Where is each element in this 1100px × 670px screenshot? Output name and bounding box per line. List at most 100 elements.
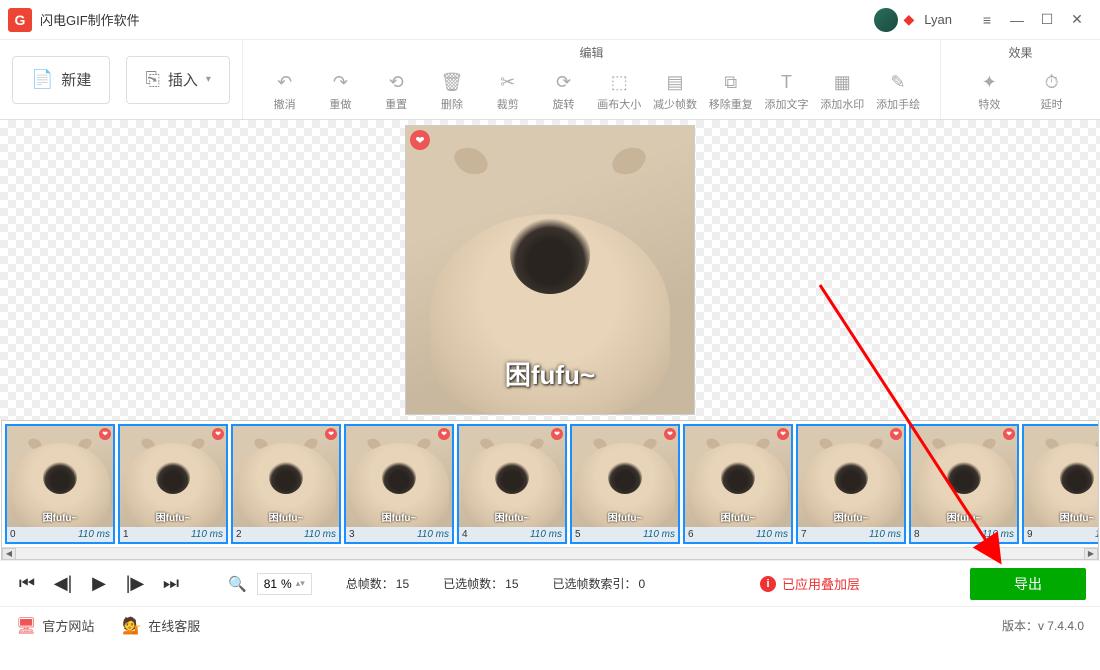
player-bar: ⏮ ◀| ▶ |▶ ⏭ 🔍 81 % ▴▾ 总帧数：15 已选帧数：15 已选帧…	[0, 560, 1100, 606]
tool-撤消[interactable]: ↶撤消	[263, 72, 307, 112]
next-frame-button[interactable]: |▶	[122, 573, 148, 594]
footer: 🖥 官方网站 💁 在线客服 版本：v 7.4.4.0	[0, 606, 1100, 644]
preview-caption: 困fufu~	[406, 355, 694, 392]
last-frame-button[interactable]: ⏭	[158, 573, 184, 594]
frame-thumbnail[interactable]: ❤困fufu~7110 ms	[796, 424, 906, 544]
frame-thumbnail[interactable]: ❤困fufu~9110 ms	[1022, 424, 1098, 544]
tool-重做[interactable]: ↷ 重做	[318, 72, 362, 112]
tool-icon: ✂	[500, 72, 515, 93]
tool-删除[interactable]: 🗑删除	[430, 72, 474, 112]
frame-strip[interactable]: ❤困fufu~0110 ms❤困fufu~1110 ms❤困fufu~2110 …	[2, 421, 1098, 547]
minimize-button[interactable]: —	[1002, 5, 1032, 35]
tool-icon: T	[781, 72, 792, 93]
warning-icon: i	[760, 576, 776, 592]
tool-icon: ⏱	[1045, 72, 1059, 93]
frame-caption: 困fufu~	[572, 509, 678, 524]
tool-label: 裁剪	[497, 96, 519, 112]
tool-label: 减少帧数	[653, 96, 697, 112]
selected-index-stat: 已选帧数索引：0	[553, 575, 646, 592]
frame-thumbnail[interactable]: ❤困fufu~0110 ms	[5, 424, 115, 544]
scroll-right-button[interactable]: ▶	[1084, 548, 1098, 560]
new-file-icon: 📄	[31, 69, 53, 90]
tool-icon: ⟲	[389, 72, 404, 93]
canvas-area[interactable]: ❤ 困fufu~	[0, 120, 1100, 420]
first-frame-button[interactable]: ⏮	[14, 573, 40, 594]
support-link[interactable]: 💁 在线客服	[122, 616, 200, 636]
titlebar: G 闪电GIF制作软件 ◆ Lyan ≡ — ☐ ✕	[0, 0, 1100, 40]
vip-diamond-icon[interactable]: ◆	[904, 11, 915, 28]
zoom-input[interactable]: 81 % ▴▾	[257, 573, 312, 595]
tool-添加手绘[interactable]: ✎添加手绘	[876, 72, 920, 112]
new-button[interactable]: 📄 新建	[12, 56, 110, 104]
tool-label: 撤消	[274, 96, 296, 112]
frame-thumbnail[interactable]: ❤困fufu~1110 ms	[118, 424, 228, 544]
username-label[interactable]: Lyan	[924, 12, 952, 27]
tool-减少帧数[interactable]: ▤ 减少帧数	[653, 72, 697, 112]
frame-caption: 困fufu~	[798, 509, 904, 524]
play-button[interactable]: ▶	[86, 573, 112, 594]
frame-thumbnail[interactable]: ❤困fufu~2110 ms	[231, 424, 341, 544]
prev-frame-button[interactable]: ◀|	[50, 573, 76, 594]
frame-thumbnail[interactable]: ❤困fufu~3110 ms	[344, 424, 454, 544]
frame-duration: 110 ms	[643, 529, 675, 540]
frame-caption: 困fufu~	[911, 509, 1017, 524]
frame-thumbnail[interactable]: ❤困fufu~5110 ms	[570, 424, 680, 544]
frame-duration: 110 ms	[982, 529, 1014, 540]
frame-duration: 110 ms	[1095, 529, 1098, 540]
frame-index: 4	[462, 529, 468, 540]
timeline: ❤困fufu~0110 ms❤困fufu~1110 ms❤困fufu~2110 …	[1, 420, 1099, 560]
frame-caption: 困fufu~	[120, 509, 226, 524]
insert-button[interactable]: ⎘ 插入 ▾	[126, 56, 229, 104]
toolbar-effect-section: 效果 ✦特效⏱延时	[940, 40, 1100, 119]
tool-旋转[interactable]: ⟳旋转	[541, 72, 585, 112]
export-button[interactable]: 导出	[970, 568, 1086, 600]
tool-添加水印[interactable]: ▦添加水印	[820, 72, 864, 112]
frame-thumbnail[interactable]: ❤困fufu~4110 ms	[457, 424, 567, 544]
version-label: 版本：v 7.4.4.0	[1002, 617, 1084, 634]
frame-caption: 困fufu~	[459, 509, 565, 524]
tool-label: 重做	[329, 96, 351, 112]
timeline-scrollbar[interactable]: ◀ ▶	[2, 547, 1098, 559]
avatar[interactable]	[874, 8, 898, 32]
frame-duration: 110 ms	[417, 529, 449, 540]
tool-icon: ⧉	[724, 72, 737, 93]
menu-button[interactable]: ≡	[972, 5, 1002, 35]
frame-thumbnail[interactable]: ❤困fufu~6110 ms	[683, 424, 793, 544]
tool-label: 重置	[385, 96, 407, 112]
tool-画布大小[interactable]: ⬚画布大小	[597, 72, 641, 112]
scroll-left-button[interactable]: ◀	[2, 548, 16, 560]
insert-button-label: 插入	[168, 69, 198, 90]
toolbar-primary-group: 📄 新建 ⎘ 插入 ▾	[0, 40, 242, 119]
tool-label: 移除重复	[709, 96, 753, 112]
close-button[interactable]: ✕	[1062, 5, 1092, 35]
warning-text: 已应用叠加层	[782, 574, 860, 593]
tool-label: 旋转	[552, 96, 574, 112]
frame-duration: 110 ms	[78, 529, 110, 540]
tool-延时[interactable]: ⏱延时	[1030, 72, 1074, 112]
tool-label: 添加文字	[765, 96, 809, 112]
maximize-button[interactable]: ☐	[1032, 5, 1062, 35]
chevron-down-icon: ▾	[206, 74, 211, 85]
frame-caption: 困fufu~	[685, 509, 791, 524]
tool-重置[interactable]: ⟲ 重置	[374, 72, 418, 112]
frame-index: 3	[349, 529, 355, 540]
frame-thumbnail[interactable]: ❤困fufu~8110 ms	[909, 424, 1019, 544]
tool-icon: ▦	[834, 72, 851, 93]
tool-移除重复[interactable]: ⧉ 移除重复	[709, 72, 753, 112]
zoom-icon[interactable]: 🔍	[228, 575, 247, 593]
tool-label: 画布大小	[597, 96, 641, 112]
frame-caption: 困fufu~	[1024, 509, 1098, 524]
tool-特效[interactable]: ✦特效	[967, 72, 1011, 112]
app-logo-icon: G	[8, 8, 32, 32]
tool-icon: ▤	[667, 72, 684, 93]
tool-添加文字[interactable]: T 添加文字	[765, 72, 809, 112]
frame-index: 8	[914, 529, 920, 540]
tool-裁剪[interactable]: ✂ 裁剪	[486, 72, 530, 112]
official-site-link[interactable]: 🖥 官方网站	[16, 616, 94, 636]
tool-label: 特效	[978, 96, 1000, 112]
frame-index: 7	[801, 529, 807, 540]
zoom-stepper-icon[interactable]: ▴▾	[296, 578, 305, 589]
frame-index: 9	[1027, 529, 1033, 540]
tool-icon: ↷	[333, 72, 348, 93]
frame-duration: 110 ms	[869, 529, 901, 540]
